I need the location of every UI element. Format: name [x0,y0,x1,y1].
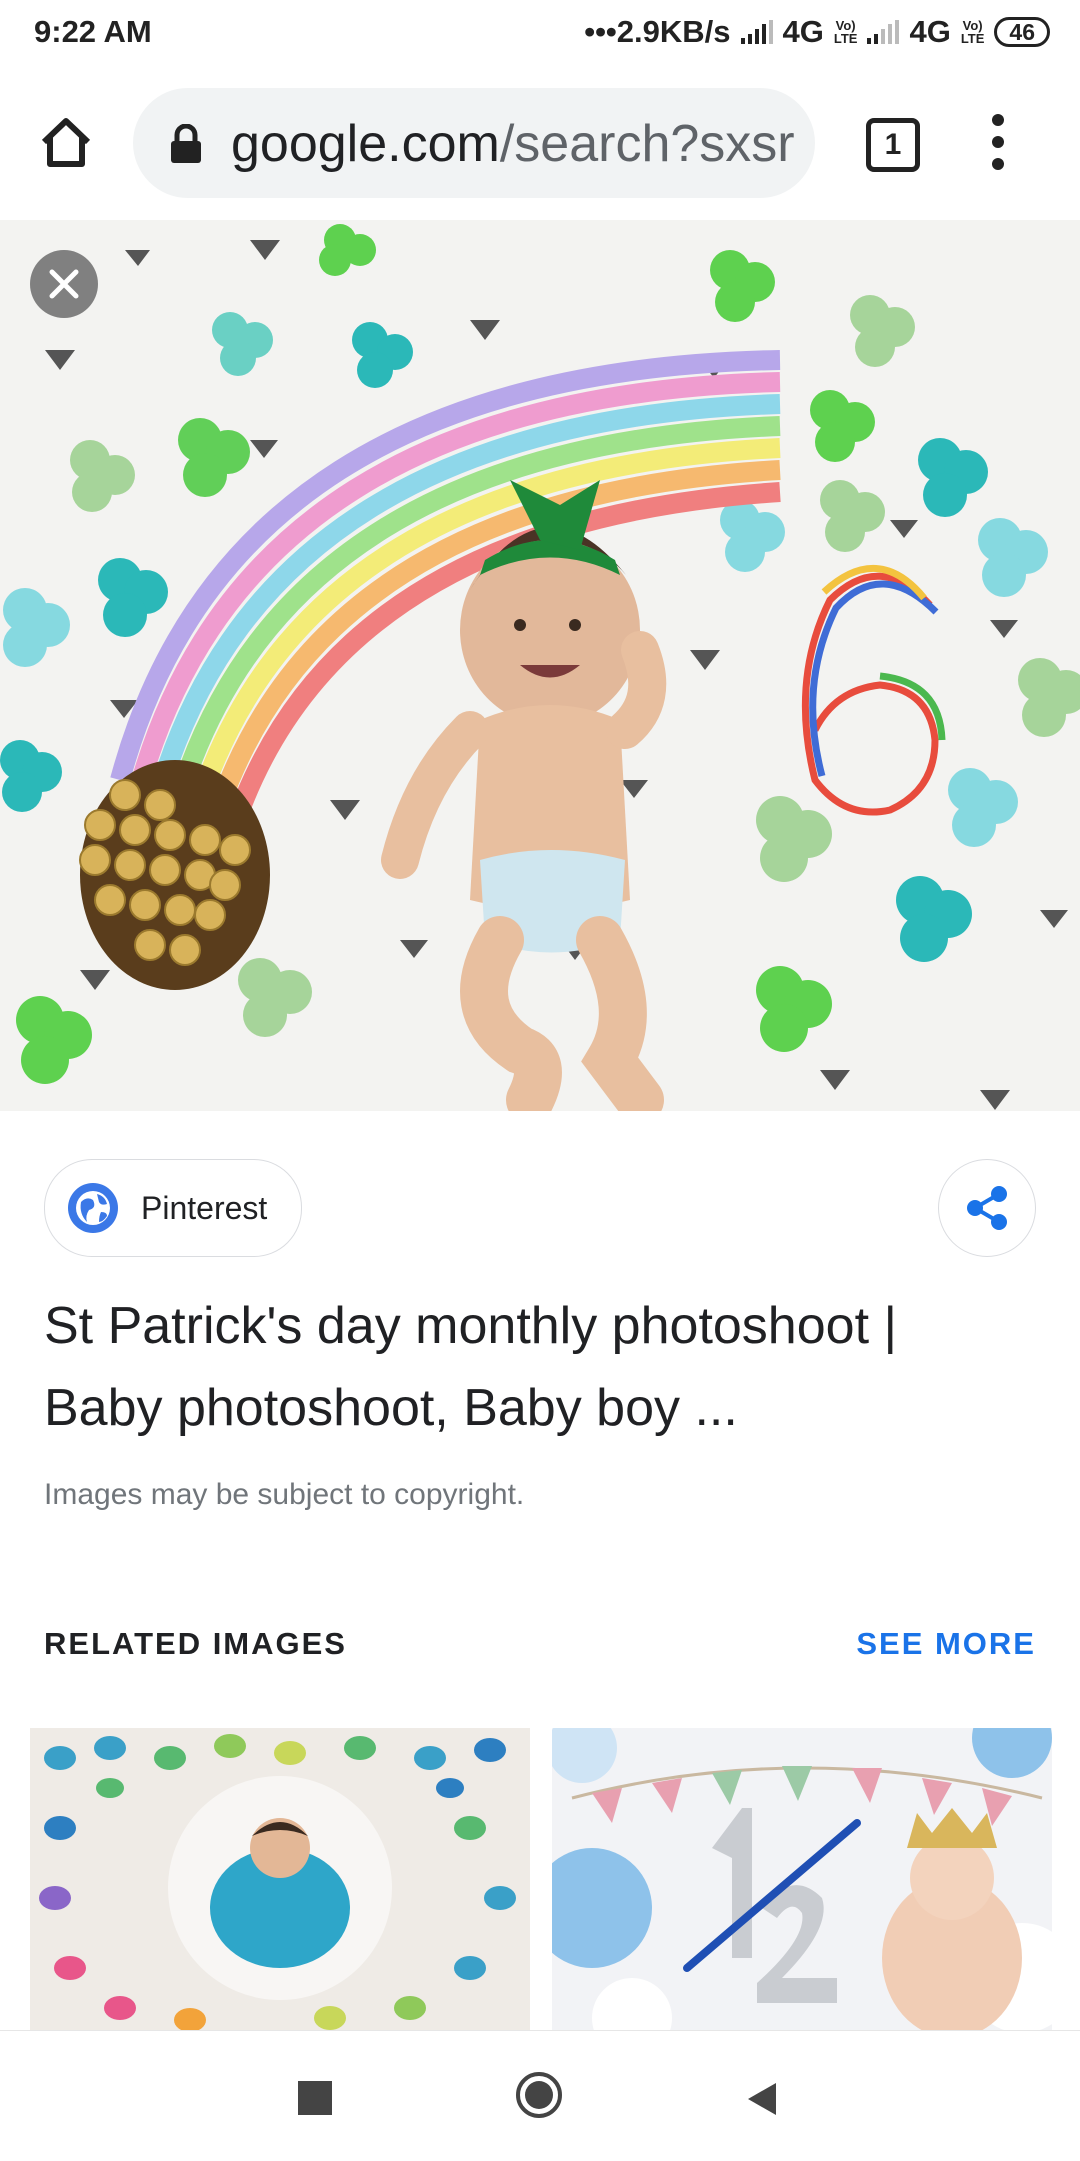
lock-icon [171,124,201,163]
related-photo-rainbow-petals [30,1728,530,2030]
related-image-2[interactable] [552,1728,1052,2030]
browser-toolbar: google.com/search?sxsr 1 [0,66,1080,221]
share-icon [967,1186,1007,1230]
globe-icon [68,1183,118,1233]
result-title[interactable]: St Patrick's day monthly photoshoot | Ba… [44,1285,1024,1449]
preview-image[interactable] [0,220,1080,1111]
address-bar[interactable]: google.com/search?sxsr [133,88,815,198]
status-time: 9:22 AM [34,14,152,49]
signal-icon-2 [867,20,900,44]
source-chip[interactable]: Pinterest [44,1159,302,1257]
source-name: Pinterest [141,1190,268,1226]
home-nav-button[interactable] [515,2071,563,2119]
preview-photo [0,220,1080,1111]
volte-icon: Vo) LTE [833,18,858,46]
related-images-heading: RELATED IMAGES [44,1626,347,1661]
copyright-note: Images may be subject to copyright. [44,1478,525,1511]
home-icon[interactable] [36,112,96,172]
system-nav-bar [0,2030,1080,2161]
network-type-2: 4G [909,14,951,49]
url-text: google.com/search?sxsr [231,115,795,173]
share-button[interactable] [938,1159,1036,1257]
back-button[interactable] [742,2079,782,2119]
related-image-1[interactable] [30,1728,530,2030]
close-icon [49,269,79,299]
see-more-link[interactable]: SEE MORE [856,1626,1036,1662]
related-photo-half-birthday [552,1728,1052,2030]
gold-chocolates [79,760,270,990]
net-speed: •••2.9KB/s [584,14,731,49]
signal-icon [740,20,773,44]
recents-button[interactable] [298,2081,332,2115]
battery-icon: 46 [994,17,1050,47]
status-bar: 9:22 AM •••2.9KB/s 4G Vo) LTE 4G Vo) LTE 4… [0,0,1080,66]
tab-switcher-button[interactable]: 1 [866,118,920,172]
status-indicators: •••2.9KB/s 4G Vo) LTE 4G Vo) LTE 46 [584,14,1050,50]
close-button[interactable] [30,250,98,318]
more-vert-icon[interactable] [986,114,1010,174]
network-type-1: 4G [782,14,824,49]
volte-icon-2: Vo) LTE [960,18,985,46]
